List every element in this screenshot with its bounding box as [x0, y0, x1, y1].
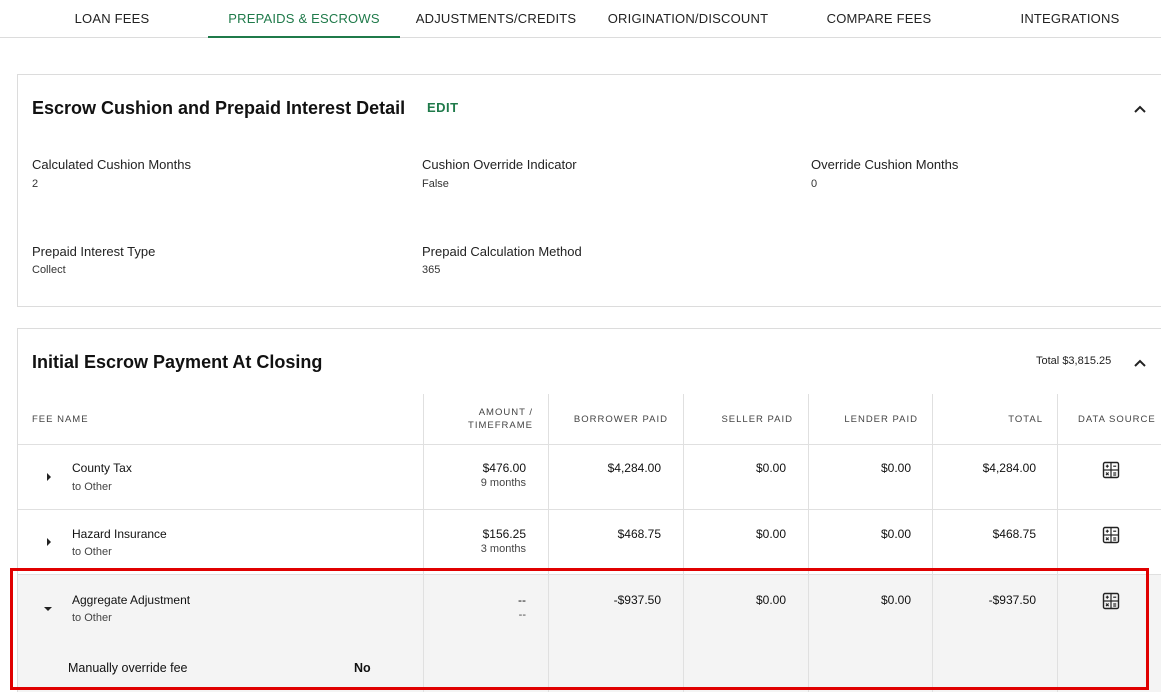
fee-lender-paid: $0.00 — [880, 527, 911, 541]
total-label: Total — [1036, 355, 1060, 367]
column-divider — [932, 394, 933, 692]
total-summary: Total $3,815.25 — [1036, 355, 1111, 367]
fee-name: County Tax — [72, 461, 132, 475]
escrow-detail-card: Escrow Cushion and Prepaid Interest Deta… — [17, 74, 1161, 307]
tab-loan-fees[interactable]: LOAN FEES — [17, 0, 207, 38]
fee-seller-paid: $0.00 — [755, 593, 786, 607]
fee-seller-paid: $0.00 — [755, 527, 786, 541]
field-label-cushion-override-indicator: Cushion Override Indicator — [422, 157, 577, 172]
calculator-icon[interactable] — [1102, 526, 1120, 544]
column-header-total: TOTAL — [1008, 413, 1043, 425]
manual-override-value: No — [354, 661, 371, 675]
caret-right-icon[interactable] — [44, 537, 54, 547]
column-divider — [683, 394, 684, 692]
fee-total: $4,284.00 — [982, 461, 1036, 475]
fee-lender-paid: $0.00 — [880, 593, 911, 607]
row-divider — [18, 574, 1161, 575]
tab-prepaids-escrows[interactable]: PREPAIDS & ESCROWS — [208, 0, 400, 38]
total-value: $3,815.25 — [1062, 355, 1112, 367]
field-label-prepaid-interest-type: Prepaid Interest Type — [32, 244, 156, 259]
manual-override-label: Manually override fee — [68, 661, 188, 675]
fee-name: Hazard Insurance — [72, 527, 167, 541]
column-header-amount-line2: TIMEFRAME — [468, 420, 533, 431]
tab-bar: LOAN FEES PREPAIDS & ESCROWS ADJUSTMENTS… — [0, 0, 1161, 38]
column-header-seller-paid: SELLER PAID — [721, 413, 793, 425]
field-value-calculated-cushion-months: 2 — [32, 178, 39, 190]
column-divider — [548, 394, 549, 692]
field-label-override-cushion-months: Override Cushion Months — [811, 157, 959, 172]
column-divider — [1057, 394, 1058, 692]
caret-right-icon[interactable] — [44, 472, 54, 482]
column-header-fee-name: FEE NAME — [32, 413, 89, 425]
fee-amount: $476.00 — [482, 461, 526, 475]
column-header-borrower-paid: BORROWER PAID — [573, 413, 668, 425]
fee-timeframe: 3 months — [480, 543, 526, 555]
field-value-prepaid-interest-type: Collect — [32, 264, 66, 276]
expanded-row-background — [18, 574, 1161, 692]
escrow-table: FEE NAME AMOUNT / TIMEFRAME BORROWER PAI… — [18, 394, 1161, 692]
fee-seller-paid: $0.00 — [755, 461, 786, 475]
initial-escrow-card: Initial Escrow Payment At Closing Total … — [17, 328, 1161, 692]
column-header-amount-timeframe: AMOUNT / TIMEFRAME — [423, 394, 533, 444]
column-header-lender-paid: LENDER PAID — [844, 413, 918, 425]
column-header-amount-line1: AMOUNT / — [478, 407, 533, 418]
fee-borrower-paid: $4,284.00 — [607, 461, 661, 475]
calculator-icon[interactable] — [1102, 461, 1120, 479]
column-divider — [808, 394, 809, 692]
fee-timeframe: -- — [518, 609, 526, 621]
row-divider — [18, 444, 1161, 445]
fee-recipient: to Other — [72, 546, 112, 558]
field-value-override-cushion-months: 0 — [811, 178, 818, 190]
tab-compare-fees[interactable]: COMPARE FEES — [784, 0, 974, 38]
field-value-prepaid-calculation-method: 365 — [422, 264, 441, 276]
calculator-icon[interactable] — [1102, 592, 1120, 610]
caret-down-icon[interactable] — [43, 604, 53, 614]
edit-button[interactable]: EDIT — [427, 100, 459, 115]
fee-lender-paid: $0.00 — [880, 461, 911, 475]
fee-borrower-paid: -$937.50 — [613, 593, 661, 607]
field-label-calculated-cushion-months: Calculated Cushion Months — [32, 157, 191, 172]
fee-recipient: to Other — [72, 481, 112, 493]
column-header-data-source: DATA SOURCE — [1078, 413, 1156, 425]
chevron-up-icon[interactable] — [1132, 101, 1148, 117]
fee-name: Aggregate Adjustment — [72, 593, 191, 607]
field-label-prepaid-calculation-method: Prepaid Calculation Method — [422, 244, 582, 259]
chevron-up-icon[interactable] — [1132, 355, 1148, 371]
fee-total: -$937.50 — [988, 593, 1036, 607]
tab-adjustments-credits[interactable]: ADJUSTMENTS/CREDITS — [400, 0, 592, 38]
row-divider — [18, 509, 1161, 510]
field-value-cushion-override-indicator: False — [422, 178, 449, 190]
fee-borrower-paid: $468.75 — [617, 527, 661, 541]
escrow-detail-title: Escrow Cushion and Prepaid Interest Deta… — [32, 98, 406, 118]
fee-recipient: to Other — [72, 612, 112, 624]
fee-amount: $156.25 — [482, 527, 526, 541]
fee-total: $468.75 — [992, 527, 1036, 541]
initial-escrow-title: Initial Escrow Payment At Closing — [32, 352, 323, 372]
fee-amount: -- — [518, 593, 526, 607]
tab-integrations[interactable]: INTEGRATIONS — [975, 0, 1161, 38]
fee-timeframe: 9 months — [480, 477, 526, 489]
tab-origination-discount[interactable]: ORIGINATION/DISCOUNT — [592, 0, 784, 38]
